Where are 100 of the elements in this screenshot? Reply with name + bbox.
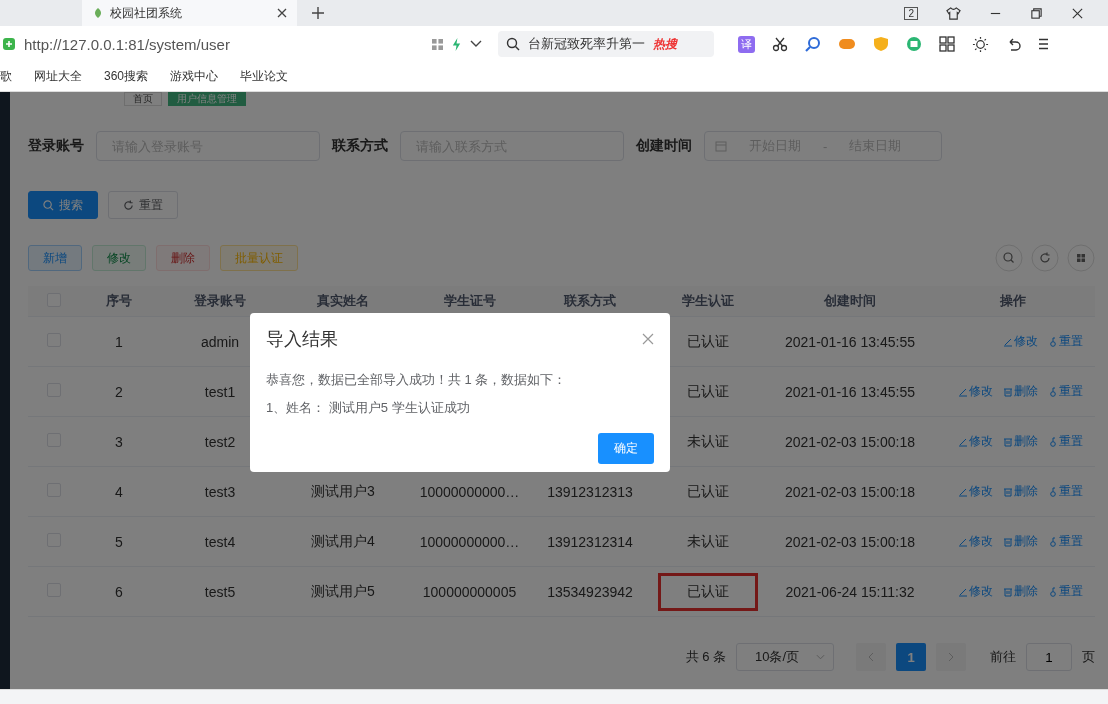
search-icon[interactable] (995, 244, 1023, 272)
translate-button[interactable]: 译 (738, 35, 755, 53)
action-link[interactable]: 删除 (1003, 583, 1038, 600)
address-field[interactable]: http://127.0.0.1:81/system/user (0, 35, 482, 53)
refresh-icon[interactable] (1031, 244, 1059, 272)
key-icon (1048, 586, 1058, 597)
action-link[interactable]: 重置 (1048, 583, 1083, 600)
maximize-icon[interactable] (1030, 6, 1043, 20)
toolbar-button[interactable]: 新增 (28, 245, 82, 271)
grid-icon[interactable] (432, 38, 443, 50)
leaf-icon (92, 7, 104, 19)
lightning-icon[interactable] (451, 37, 462, 51)
search-icon (506, 37, 520, 51)
table-cell: test2 (204, 433, 236, 450)
search-icon (43, 199, 54, 211)
key-icon (1048, 486, 1058, 497)
apps-grid-icon[interactable] (939, 36, 955, 52)
columns-icon[interactable] (1067, 244, 1095, 272)
action-link[interactable]: 重置 (1048, 483, 1083, 500)
page-tag[interactable]: 首页 (124, 92, 162, 106)
table-cell: test1 (204, 383, 236, 400)
table-cell: 13912312313 (547, 483, 633, 500)
column-header: 创建时间 (823, 292, 877, 310)
table-cell: 已认证 (686, 482, 729, 499)
action-link[interactable]: 删除 (1003, 383, 1038, 400)
action-link[interactable]: 删除 (1003, 483, 1038, 500)
page-tag[interactable]: 用户信息管理 (168, 92, 246, 106)
table-cell: 100000000005 (422, 583, 517, 600)
goto-page-field[interactable]: 1 (1026, 643, 1072, 671)
action-link[interactable]: 重置 (1048, 433, 1083, 450)
bookmark-link[interactable]: 歌 (0, 68, 12, 85)
chevron-left-icon (868, 652, 874, 662)
table-cell: 2021-02-03 15:00:18 (785, 533, 915, 550)
column-header: 序号 (105, 292, 133, 310)
new-tab-icon[interactable] (311, 6, 325, 20)
action-link[interactable]: 修改 (958, 383, 993, 400)
column-header: 联系方式 (563, 292, 617, 310)
key-icon (1048, 436, 1058, 447)
menu-icon[interactable] (1039, 37, 1048, 51)
table-cell: 5 (115, 533, 123, 550)
key-icon (1048, 386, 1058, 397)
action-link[interactable]: 修改 (1003, 333, 1038, 350)
trash-icon (1003, 536, 1013, 547)
browser-tab[interactable]: 校园社团系统 (82, 0, 297, 26)
trash-icon (1003, 586, 1013, 597)
key-icon (1048, 336, 1058, 347)
action-link[interactable]: 修改 (958, 583, 993, 600)
table-cell: 未认证 (686, 432, 729, 449)
window-count-badge[interactable]: 2 (904, 6, 918, 20)
action-link[interactable]: 重置 (1048, 533, 1083, 550)
action-link[interactable]: 修改 (958, 433, 993, 450)
pencil-icon (958, 536, 968, 547)
table-cell: test4 (204, 533, 236, 550)
table-cell: 已认证 (686, 582, 729, 599)
toolbar-button[interactable]: 批量认证 (220, 245, 298, 271)
action-link[interactable]: 删除 (1003, 533, 1038, 550)
table-cell: 测试用户5 (311, 582, 375, 599)
action-link[interactable]: 删除 (1003, 433, 1038, 450)
table-cell: 2021-02-03 15:00:18 (785, 483, 915, 500)
table-cell: test3 (204, 483, 236, 500)
form-button[interactable]: 搜索 (28, 191, 98, 219)
action-link[interactable]: 修改 (958, 533, 993, 550)
action-link[interactable]: 修改 (958, 483, 993, 500)
table-cell: 2021-02-03 15:00:18 (785, 433, 915, 450)
search-field[interactable]: 台新冠致死率升第一 热搜 (498, 31, 714, 57)
table-cell: 4 (115, 483, 123, 500)
field-label: 登录账号 (28, 137, 84, 155)
table-cell: 10000000000… (419, 483, 520, 500)
total-count: 共 6 条 (685, 648, 726, 666)
sun-icon[interactable] (972, 35, 989, 53)
table-cell: admin (200, 333, 240, 350)
bookmark-link[interactable]: 游戏中心 (170, 68, 219, 85)
chevron-down-icon[interactable] (470, 40, 482, 48)
close-icon[interactable] (1071, 6, 1084, 20)
field-label: 创建时间 (636, 137, 692, 155)
trash-icon (1003, 436, 1013, 447)
form-button[interactable]: 重置 (108, 191, 178, 219)
page-size-select[interactable]: 10条/页 (736, 643, 834, 671)
dialog-text: 1、姓名： 测试用户5 学生认证成功 (266, 399, 471, 417)
pencil-icon (958, 486, 968, 497)
scissors-icon[interactable] (772, 36, 788, 52)
table-cell: 测试用户4 (311, 532, 375, 549)
action-link[interactable]: 重置 (1048, 383, 1083, 400)
action-link[interactable]: 重置 (1048, 333, 1083, 350)
table-cell: 2021-06-24 15:11:32 (785, 583, 915, 600)
bookmark-link[interactable]: 毕业论文 (240, 68, 289, 85)
table-cell: test5 (204, 583, 236, 600)
bookmark-link[interactable]: 网址大全 (34, 68, 82, 85)
magnifier-icon[interactable] (805, 36, 821, 52)
trash-icon (1003, 486, 1013, 497)
table-cell: 1 (115, 333, 123, 350)
bookmark-link[interactable]: 360搜索 (104, 68, 149, 85)
shirt-icon[interactable] (946, 5, 961, 21)
table-cell: 未认证 (686, 532, 729, 549)
goto-label: 前往 (990, 648, 1016, 666)
page-button[interactable]: 1 (896, 643, 926, 671)
close-icon[interactable] (277, 8, 287, 18)
dialog-text: 恭喜您，数据已全部导入成功！共 1 条，数据如下： (266, 371, 568, 389)
confirm-button[interactable]: 确定 (598, 433, 654, 464)
column-header: 学生认证 (680, 292, 735, 310)
